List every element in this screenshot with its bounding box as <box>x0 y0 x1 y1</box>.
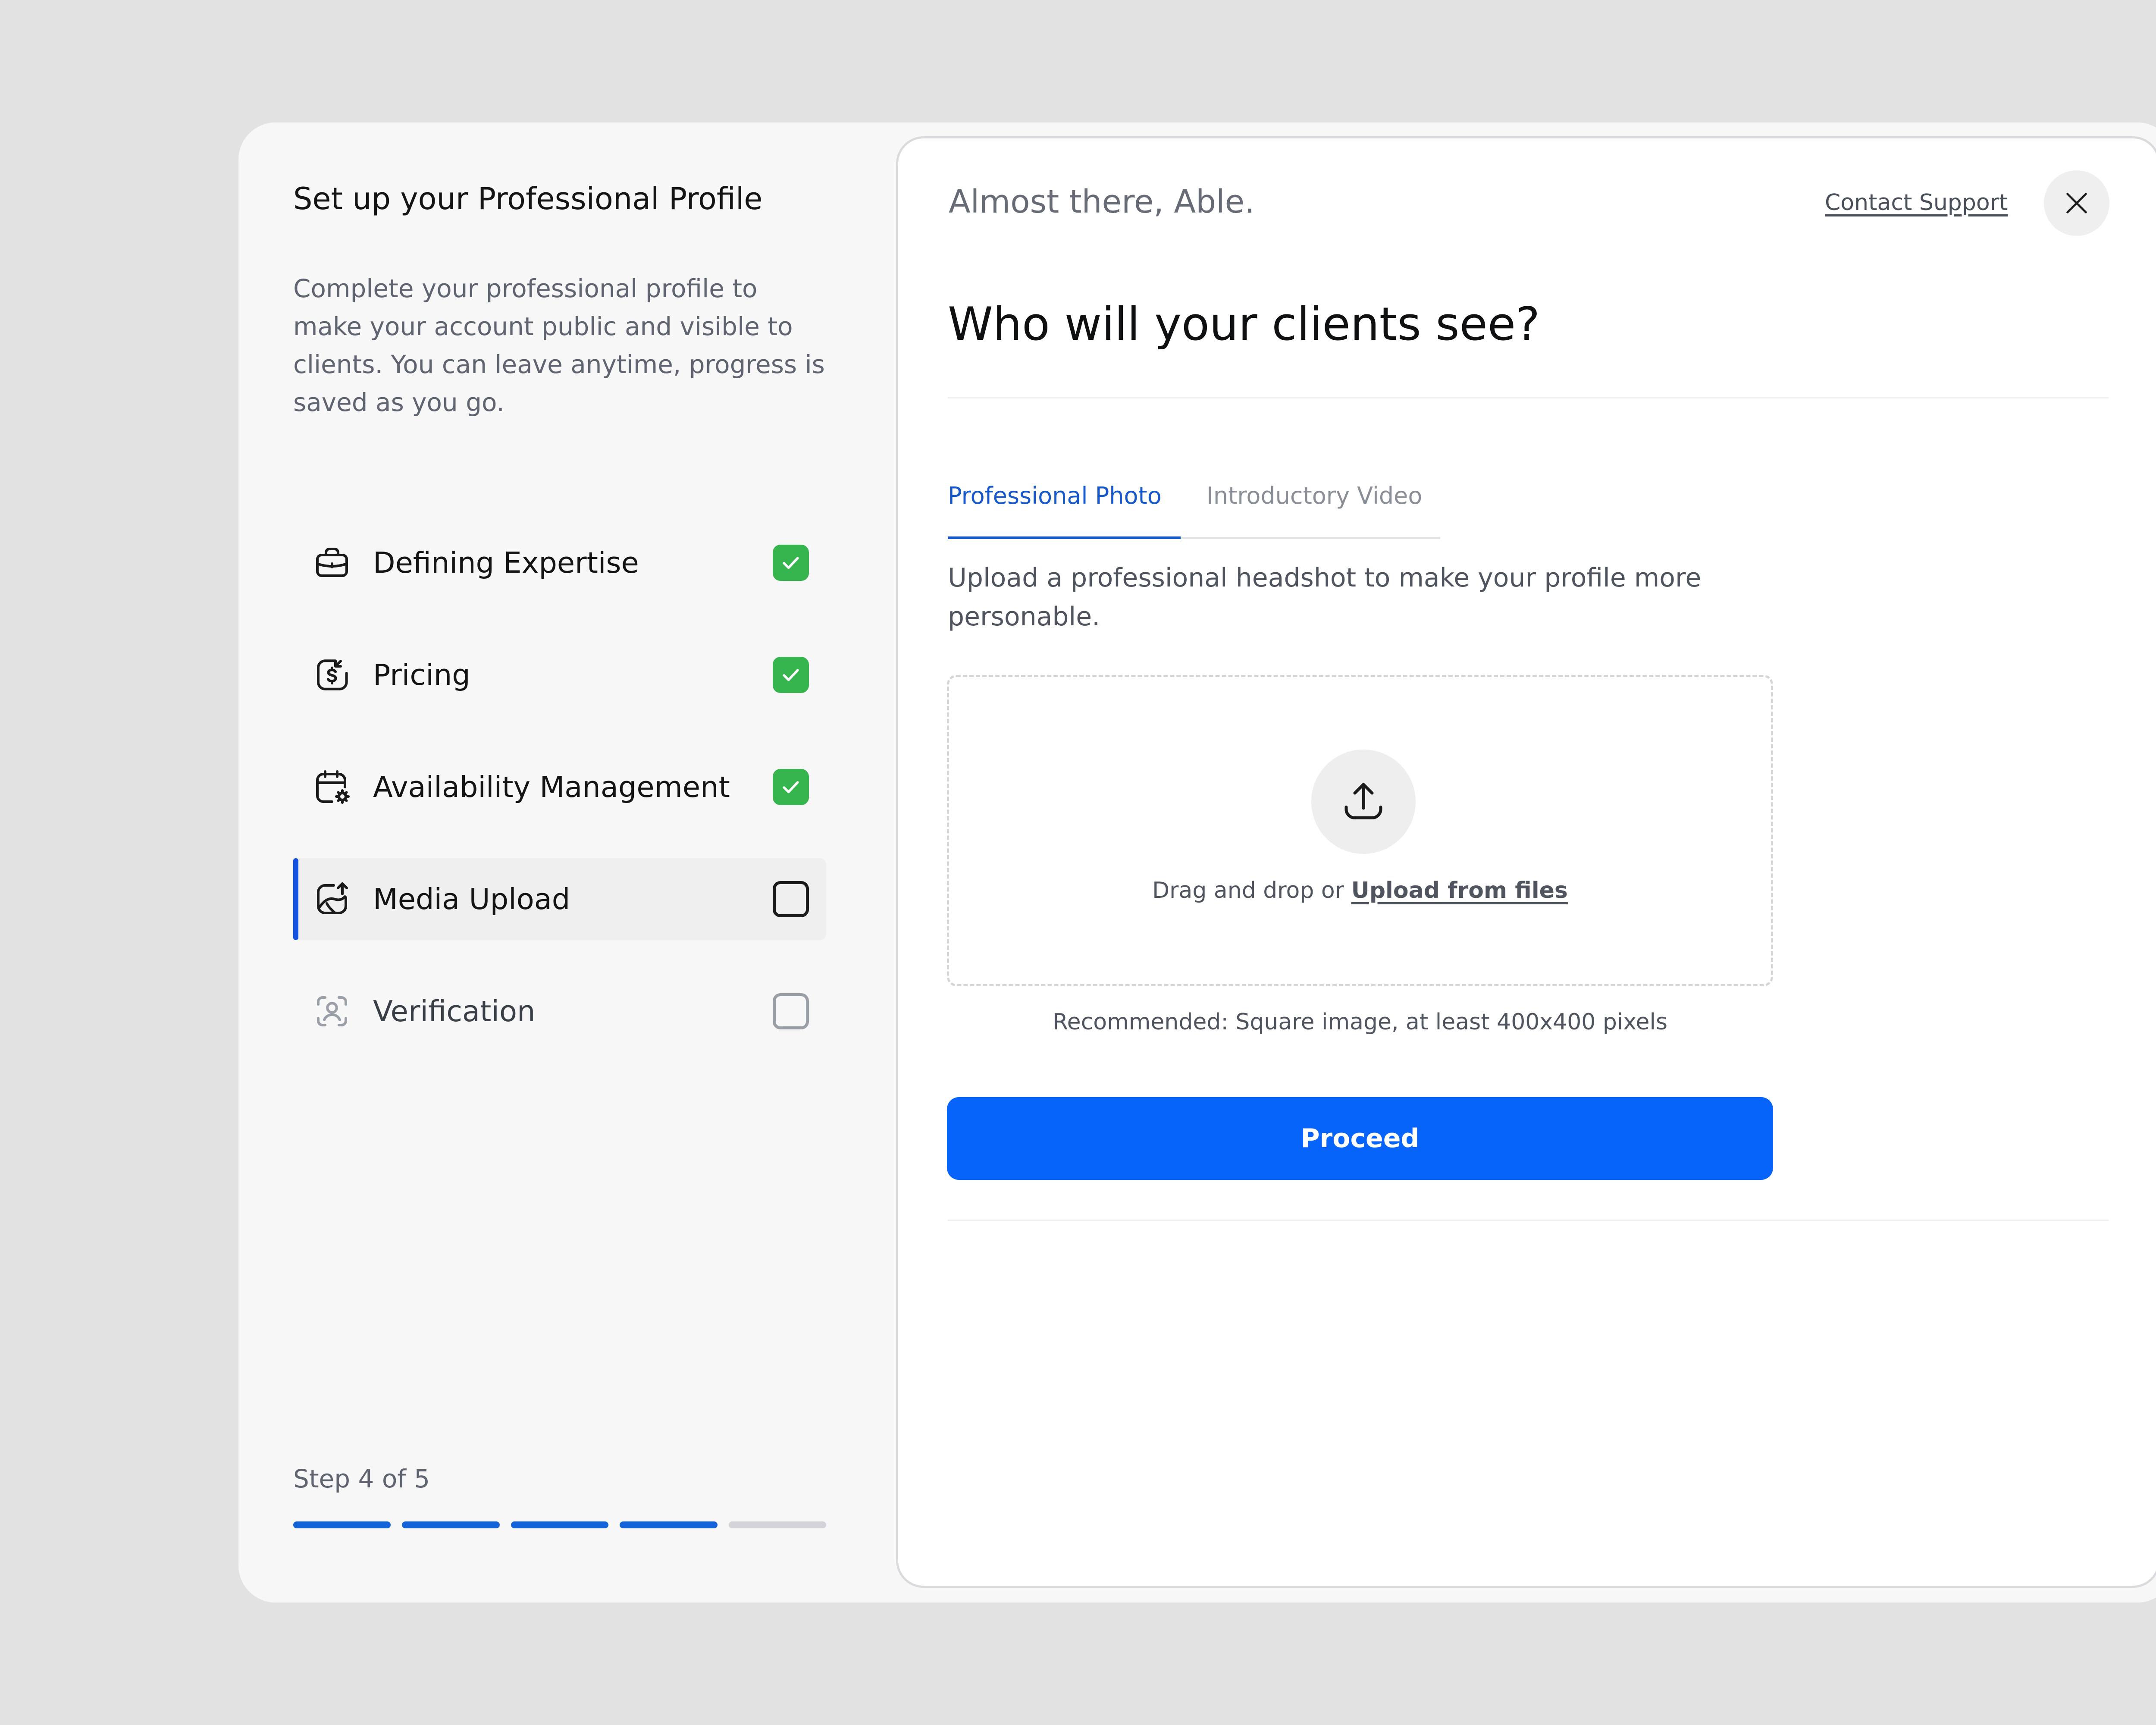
step-availability-management[interactable]: Availability Management <box>293 746 826 828</box>
upload-icon <box>1344 783 1382 819</box>
dropzone-prompt: Drag and drop or <box>1152 878 1344 903</box>
close-button[interactable] <box>2044 170 2109 236</box>
greeting-text: Almost there, Able. <box>949 183 1255 220</box>
checkbox-checked-icon <box>773 769 809 805</box>
progress-segment-complete <box>402 1521 500 1528</box>
step-label: Availability Management <box>373 770 730 804</box>
divider <box>948 1220 2109 1221</box>
sidebar-title: Set up your Professional Profile <box>293 181 763 216</box>
photo-dropzone[interactable]: Drag and drop or Upload from files <box>947 675 1773 986</box>
proceed-button[interactable]: Proceed <box>947 1097 1773 1180</box>
divider <box>948 397 2109 398</box>
tab-professional-photo[interactable]: Professional Photo <box>948 470 1181 539</box>
step-label: Media Upload <box>373 882 570 916</box>
contact-support-link[interactable]: Contact Support <box>1825 190 2008 216</box>
step-media-upload[interactable]: Media Upload <box>293 858 826 940</box>
step-defining-expertise[interactable]: Defining Expertise <box>293 522 826 604</box>
checkbox-checked-icon <box>773 657 809 693</box>
media-tabs: Professional Photo Introductory Video <box>948 470 1440 539</box>
step-list: Defining Expertise Pricing Availability … <box>293 522 826 1082</box>
progress-bar <box>293 1521 827 1528</box>
step-label: Pricing <box>373 658 470 692</box>
checkbox-unchecked-icon <box>773 993 809 1029</box>
page-title: Who will your clients see? <box>948 298 1540 351</box>
image-upload-icon <box>311 878 353 920</box>
upload-button[interactable] <box>1311 750 1416 854</box>
face-scan-icon <box>311 991 353 1032</box>
upload-from-files-link[interactable]: Upload from files <box>1351 878 1568 903</box>
close-icon <box>2066 193 2087 213</box>
image-recommendation: Recommended: Square image, at least 400x… <box>1052 1009 1668 1035</box>
step-counter: Step 4 of 5 <box>293 1464 430 1493</box>
progress-segment-incomplete <box>728 1521 827 1528</box>
step-label: Defining Expertise <box>373 546 639 580</box>
checkbox-unchecked-icon <box>773 881 809 917</box>
step-verification[interactable]: Verification <box>293 970 826 1052</box>
calendar-settings-icon <box>311 766 353 808</box>
dollar-refresh-icon <box>311 654 353 696</box>
step-pricing[interactable]: Pricing <box>293 634 826 716</box>
progress-segment-complete <box>511 1521 609 1528</box>
progress-segment-complete <box>293 1521 391 1528</box>
briefcase-icon <box>311 542 353 583</box>
step-label: Verification <box>373 994 536 1028</box>
sidebar-description: Complete your professional profile to ma… <box>293 274 825 417</box>
upload-description: Upload a professional headshot to make y… <box>948 563 1702 632</box>
checkbox-checked-icon <box>773 545 809 581</box>
progress-segment-complete <box>620 1521 718 1528</box>
tab-introductory-video[interactable]: Introductory Video <box>1206 470 1422 537</box>
dropzone-text: Drag and drop or Upload from files <box>949 878 1771 903</box>
